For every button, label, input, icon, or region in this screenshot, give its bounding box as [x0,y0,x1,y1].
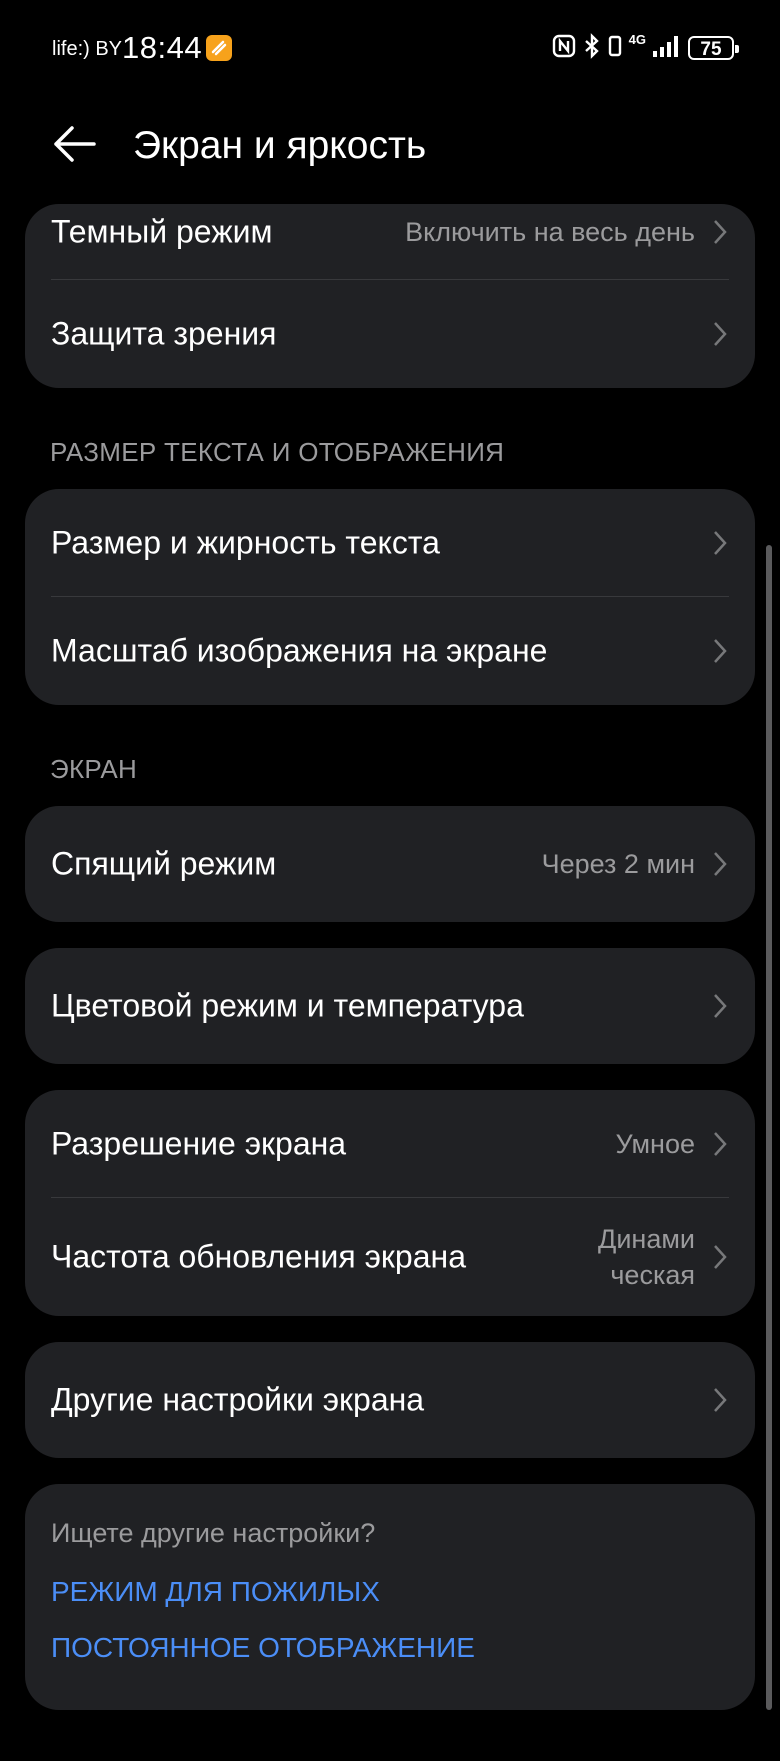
resolution-value: Умное [615,1129,695,1159]
text-size-row[interactable]: Размер и жирность текста [25,489,755,597]
other-settings-row[interactable]: Другие настройки экрана [25,1342,755,1458]
vibrate-icon [607,33,623,64]
sleep-label: Спящий режим [51,845,277,882]
nfc-icon [551,33,577,64]
chevron-right-icon [714,639,727,663]
network-type-label: 4G [628,32,646,47]
chevron-right-icon [714,220,727,244]
sleep-card: Спящий режим Через 2 мин [25,806,755,922]
refresh-rate-label: Частота обновления экрана [51,1238,466,1275]
dark-mode-label: Темный режим [51,213,273,250]
other-settings-card: Другие настройки экрана [25,1342,755,1458]
scrollbar[interactable] [766,545,772,1710]
elderly-mode-link[interactable]: РЕЖИМ ДЛЯ ПОЖИЛЫХ [51,1576,380,1608]
chevron-right-icon [714,531,727,555]
page-title: Экран и яркость [133,124,427,167]
other-settings-label: Другие настройки экрана [51,1381,425,1418]
status-bar: life:) BY 18:44 4G 75 [0,0,780,96]
display-scale-label: Масштаб изображения на экране [51,632,548,669]
chevron-right-icon [714,994,727,1018]
suggestions-title: Ищете другие настройки? [51,1518,376,1548]
resolution-label: Разрешение экрана [51,1125,347,1162]
refresh-rate-value-line2: ческая [610,1260,695,1290]
dark-mode-value: Включить на весь день [405,217,695,247]
sleep-value: Через 2 мин [541,849,695,879]
notification-app-icon [206,35,232,61]
bluetooth-icon [583,32,601,64]
color-mode-row[interactable]: Цветовой режим и температура [25,948,755,1064]
chevron-right-icon [714,1388,727,1412]
eye-comfort-row[interactable]: Защита зрения [25,280,755,388]
status-time: 18:44 [122,30,203,65]
suggestions-card: Ищете другие настройки? РЕЖИМ ДЛЯ ПОЖИЛЫ… [25,1484,755,1710]
resolution-row[interactable]: Разрешение экрана Умное [25,1090,755,1198]
resolution-card: Разрешение экрана Умное Частота обновлен… [25,1090,755,1316]
color-mode-label: Цветовой режим и температура [51,987,524,1024]
battery-indicator: 75 [688,36,739,60]
text-size-label: Размер и жирность текста [51,524,440,561]
display-scale-row[interactable]: Масштаб изображения на экране [25,597,755,705]
chevron-right-icon [714,1132,727,1156]
signal-icon [652,33,682,64]
chevron-right-icon [714,852,727,876]
section-header-text-size: РАЗМЕР ТЕКСТА И ОТОБРАЖЕНИЯ [50,437,505,467]
refresh-rate-row[interactable]: Частота обновления экрана Динами ческая [25,1198,755,1316]
dark-mode-row[interactable]: Темный режим Включить на весь день [25,204,755,280]
refresh-rate-value: Динами ческая [598,1221,695,1293]
section-header-screen: ЭКРАН [50,754,138,784]
color-mode-card: Цветовой режим и температура [25,948,755,1064]
always-on-display-link[interactable]: ПОСТОЯННОЕ ОТОБРАЖЕНИЕ [51,1632,475,1664]
text-size-card: Размер и жирность текста Масштаб изображ… [25,489,755,705]
display-mode-card: Темный режим Включить на весь день Защит… [25,204,755,388]
refresh-rate-value-line1: Динами [598,1224,695,1254]
back-arrow-icon[interactable] [46,114,106,174]
carrier-label: life:) BY [52,38,123,60]
chevron-right-icon [714,322,727,346]
app-bar: Экран и яркость [0,100,780,196]
eye-comfort-label: Защита зрения [51,315,277,352]
chevron-right-icon [714,1245,727,1269]
sleep-row[interactable]: Спящий режим Через 2 мин [25,806,755,922]
status-icons: 4G 75 [551,32,739,64]
